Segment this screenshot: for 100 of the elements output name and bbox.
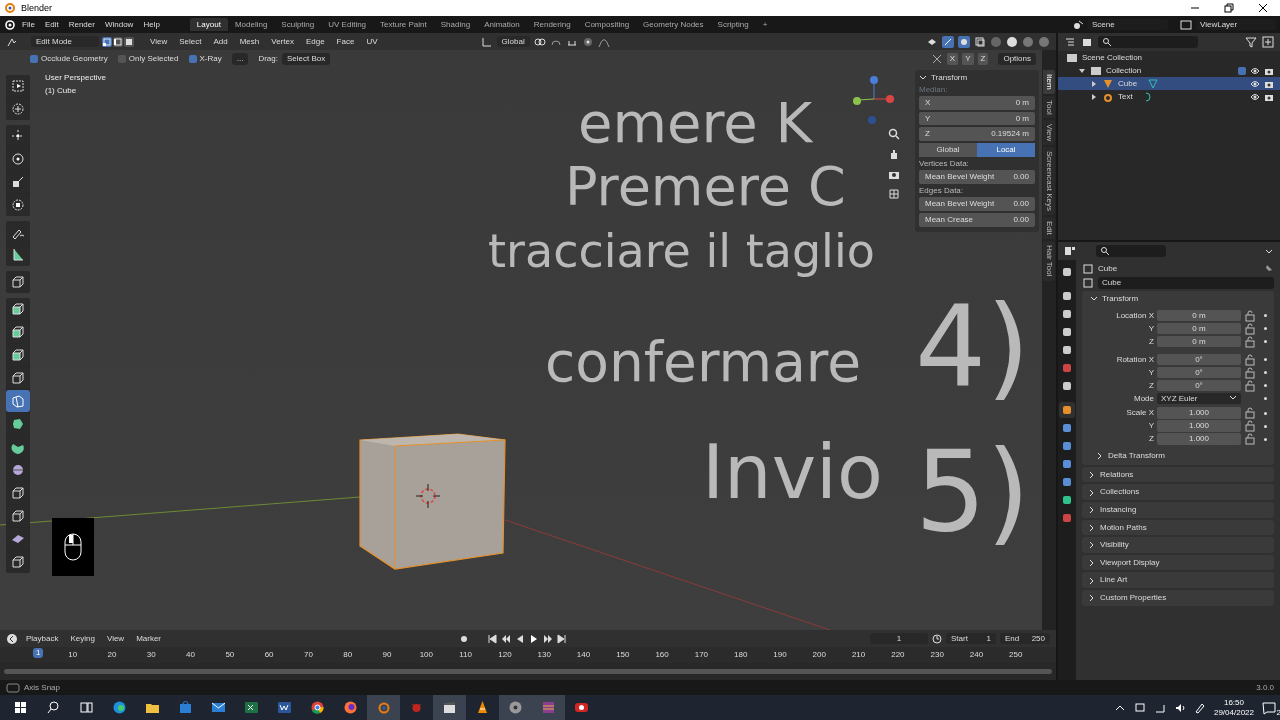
spreadsheet-icon[interactable]: [244, 700, 259, 715]
windows-icon[interactable]: [13, 700, 28, 715]
rendered-shading-icon[interactable]: [1038, 35, 1050, 48]
record-icon[interactable]: [459, 633, 470, 644]
overlay-icon[interactable]: [958, 35, 970, 48]
sidebar-tab[interactable]: View: [1043, 120, 1055, 146]
chevron-icon[interactable]: [1088, 506, 1096, 514]
number-field[interactable]: 1.000: [1157, 420, 1241, 432]
next-keyframe-icon[interactable]: [543, 633, 554, 644]
view-layer-field[interactable]: ViewLayer: [1196, 18, 1276, 31]
menu-item[interactable]: Add: [209, 35, 232, 48]
padlock-icon[interactable]: [1244, 407, 1256, 420]
mirror-icon[interactable]: [930, 53, 943, 65]
checkbox[interactable]: [117, 54, 126, 63]
chevron-icon[interactable]: [1088, 559, 1096, 567]
tool-button[interactable]: [6, 390, 30, 412]
number-field[interactable]: 1.000: [1157, 407, 1241, 419]
chevron-icon[interactable]: [1096, 452, 1104, 460]
expanded-arrow-icon[interactable]: [1078, 66, 1086, 75]
menu-item[interactable]: Face: [332, 35, 359, 48]
workspace-tab[interactable]: Compositing: [577, 17, 637, 32]
mode-dropdown[interactable]: Edit Mode: [31, 35, 99, 48]
menu-item[interactable]: Edge: [301, 35, 329, 48]
scene-tab-icon[interactable]: [1061, 344, 1073, 356]
editor-type-icon[interactable]: [6, 632, 18, 645]
number-field[interactable]: 0 m: [1157, 309, 1241, 322]
keyframe-dot-icon[interactable]: [1263, 358, 1267, 362]
browser-icon[interactable]: [310, 700, 325, 715]
number-field[interactable]: 0 m: [1157, 322, 1241, 335]
workspace-tab[interactable]: UV Editing: [321, 17, 374, 32]
new-collection-icon[interactable]: [1262, 36, 1274, 48]
tool-button[interactable]: [6, 271, 30, 293]
vertex-select-mode-icon[interactable]: [102, 36, 112, 47]
chevron-icon[interactable]: [1088, 576, 1096, 584]
sidebar-tab[interactable]: Tool: [1043, 95, 1055, 119]
axis-toggle[interactable]: Y: [962, 53, 974, 65]
padlock-icon[interactable]: [1244, 366, 1256, 379]
outliner-item[interactable]: Scene Collection: [1082, 52, 1143, 63]
view-layer-icon[interactable]: [1180, 18, 1192, 31]
menu-item[interactable]: Playback: [22, 632, 63, 645]
number-field[interactable]: 0°: [1157, 379, 1241, 392]
proportional-edit-icon[interactable]: [581, 35, 594, 48]
chevron-icon[interactable]: [1088, 471, 1096, 479]
keyframe-dot-icon[interactable]: [1263, 384, 1267, 388]
padlock-icon[interactable]: [1244, 420, 1256, 433]
solid-shading-icon[interactable]: [1006, 35, 1018, 48]
render-tab-icon[interactable]: [1061, 290, 1073, 302]
axis-toggle[interactable]: X: [946, 53, 959, 65]
menu-item[interactable]: Window: [100, 18, 138, 31]
store-icon[interactable]: [178, 700, 193, 715]
workspace-tab[interactable]: Sculpting: [274, 17, 322, 32]
workspace-tab[interactable]: Scripting: [710, 17, 756, 32]
orientation-icon[interactable]: [480, 35, 493, 48]
search-field[interactable]: [1098, 36, 1198, 48]
collection-tab-icon[interactable]: [1061, 380, 1073, 392]
checkbox[interactable]: [188, 54, 197, 63]
number-field[interactable]: Mean Bevel Weight 0.00: [919, 197, 1035, 211]
keyframe-dot-icon[interactable]: [1263, 411, 1267, 415]
pivot-icon[interactable]: [533, 35, 546, 48]
collapsed-arrow-icon[interactable]: [1090, 79, 1098, 88]
workspace-tab[interactable]: Texture Paint: [373, 17, 434, 32]
archive-icon[interactable]: [541, 700, 556, 715]
close-icon[interactable]: [1258, 3, 1268, 13]
chevron-down-icon[interactable]: [919, 74, 927, 82]
edge-select-mode-icon[interactable]: [113, 36, 123, 47]
orientation-dropdown[interactable]: Global: [496, 35, 530, 48]
keyframe-dot-icon[interactable]: [1263, 327, 1267, 331]
menu-item[interactable]: Render: [64, 18, 99, 31]
search-field[interactable]: [1096, 245, 1166, 257]
collapsed-arrow-icon[interactable]: [1090, 92, 1098, 101]
scrollbar[interactable]: [4, 669, 1052, 674]
zoom-icon[interactable]: [888, 128, 900, 140]
outliner-row[interactable]: Cube: [1058, 77, 1280, 90]
physics-tab-icon[interactable]: [1061, 458, 1073, 470]
modifiers-tab-icon[interactable]: [1061, 422, 1073, 434]
workspace-tab[interactable]: Layout: [189, 17, 228, 32]
clock-icon[interactable]: [932, 633, 942, 644]
output-tab-icon[interactable]: [1061, 308, 1073, 320]
menu-item[interactable]: Keying: [66, 632, 99, 645]
chevron-icon[interactable]: [1088, 594, 1096, 602]
padlock-icon[interactable]: [1244, 322, 1256, 335]
menu-item[interactable]: View: [146, 35, 172, 48]
browser-icon[interactable]: [112, 700, 127, 715]
hand-icon[interactable]: [888, 148, 900, 160]
toggle-option[interactable]: Global: [919, 142, 977, 157]
menu-item[interactable]: Edit: [40, 18, 63, 31]
restore-icon[interactable]: [1224, 3, 1234, 13]
workspace-tab[interactable]: Shading: [433, 17, 478, 32]
document-icon[interactable]: [277, 700, 292, 715]
add-workspace-button[interactable]: +: [755, 17, 775, 32]
gizmo-icon[interactable]: [942, 35, 954, 48]
clock-date[interactable]: 29/04/2022: [1213, 707, 1254, 718]
end-frame-field[interactable]: End 250: [1000, 632, 1050, 645]
current-frame-field[interactable]: 1: [870, 632, 928, 645]
mail-icon[interactable]: [211, 700, 226, 715]
x-ray-icon[interactable]: [974, 35, 986, 48]
current-frame-marker[interactable]: 1: [33, 648, 44, 658]
scene-field[interactable]: Scene: [1088, 18, 1168, 31]
menu-item[interactable]: Select: [175, 35, 206, 48]
display-mode-icon[interactable]: [1064, 36, 1076, 48]
